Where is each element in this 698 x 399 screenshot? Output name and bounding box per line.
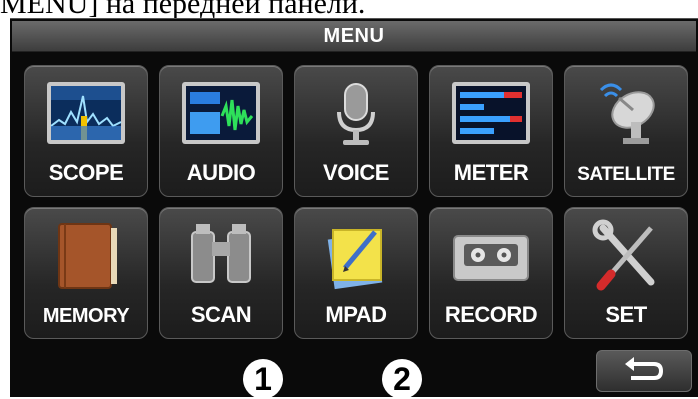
- binoculars-icon: [191, 224, 251, 283]
- audio-icon: [182, 82, 260, 144]
- menu-screen: MENU SCOPE AUDIO VOICE METER SATELLITE M…: [10, 18, 698, 399]
- audio-button[interactable]: AUDIO: [159, 65, 283, 197]
- return-arrow-icon: [625, 357, 664, 380]
- callout-2: 2: [382, 359, 422, 399]
- meter-button[interactable]: METER: [429, 65, 553, 197]
- record-label: RECORD: [444, 302, 538, 327]
- audio-label: AUDIO: [186, 160, 256, 185]
- callout-1: 1: [243, 359, 283, 399]
- satellite-dish-icon: [599, 83, 655, 144]
- set-button[interactable]: SET: [564, 207, 688, 339]
- meter-label: METER: [453, 160, 529, 185]
- menu-title-bar: MENU: [12, 21, 696, 52]
- tools-icon: [592, 219, 655, 291]
- notebook-icon: [58, 223, 117, 289]
- scan-button[interactable]: SCAN: [159, 207, 283, 339]
- scope-icon: [47, 82, 125, 144]
- satellite-button[interactable]: SATELLITE: [564, 65, 688, 197]
- record-button[interactable]: RECORD: [429, 207, 553, 339]
- cassette-icon: [453, 235, 529, 281]
- scan-label: SCAN: [190, 302, 252, 327]
- satellite-label: SATELLITE: [577, 164, 675, 185]
- scope-label: SCOPE: [48, 160, 124, 185]
- memory-button[interactable]: MEMORY: [24, 207, 148, 339]
- voice-button[interactable]: VOICE: [294, 65, 418, 197]
- meter-icon: [452, 82, 530, 144]
- mpad-label: MPAD: [325, 302, 387, 327]
- scope-button[interactable]: SCOPE: [24, 65, 148, 197]
- back-button[interactable]: [596, 350, 692, 392]
- microphone-icon: [337, 83, 375, 145]
- memory-label: MEMORY: [42, 305, 130, 327]
- mpad-button[interactable]: MPAD: [294, 207, 418, 339]
- voice-label: VOICE: [323, 160, 389, 185]
- memo-pad-icon: [327, 229, 383, 290]
- set-label: SET: [605, 302, 647, 327]
